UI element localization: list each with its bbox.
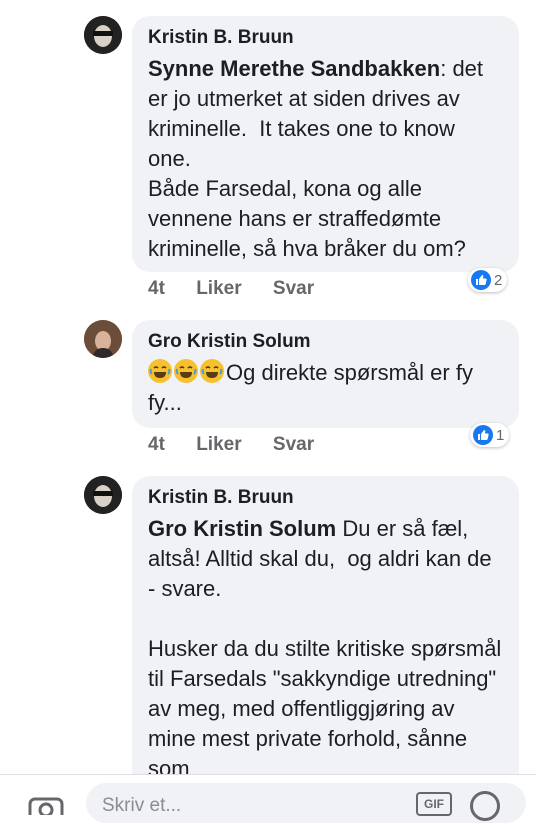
timestamp[interactable]: 4t <box>148 434 165 455</box>
mention-link[interactable]: Gro Kristin Solum <box>148 516 336 541</box>
comment-text: Gro Kristin Solum Du er så fæl, altså! A… <box>148 516 502 781</box>
laughing-emoji-icon <box>148 359 172 383</box>
comment-actions: 4t Liker Svar <box>148 278 340 300</box>
gif-label: GIF <box>424 797 444 811</box>
laughing-emoji-icon <box>174 359 198 383</box>
comment-composer: Skriv et... GIF <box>0 774 536 823</box>
comment-input-placeholder: Skriv et... <box>102 795 182 816</box>
comment-text: Synne Merethe Sandbakken: det er jo utme… <box>148 56 484 261</box>
camera-icon[interactable] <box>28 795 64 823</box>
gif-button[interactable]: GIF <box>416 792 452 816</box>
reply-button[interactable]: Svar <box>273 434 314 455</box>
like-icon <box>473 425 493 445</box>
like-icon <box>471 270 491 290</box>
comment-author[interactable]: Kristin B. Bruun <box>148 486 503 510</box>
comment-bubble: Kristin B. Bruun Gro Kristin Solum Du er… <box>132 476 519 806</box>
emoji-icon[interactable] <box>470 791 500 821</box>
comment-input[interactable]: Skriv et... <box>86 783 526 823</box>
mention-link[interactable]: Synne Merethe Sandbakken <box>148 56 440 81</box>
timestamp[interactable]: 4t <box>148 278 165 299</box>
reaction-count: 2 <box>494 271 503 289</box>
comment-author[interactable]: Kristin B. Bruun <box>148 26 503 50</box>
reply-button[interactable]: Svar <box>273 278 314 299</box>
avatar[interactable] <box>84 16 122 54</box>
comment-text: Og direkte spørsmål er fy fy... <box>148 359 480 415</box>
like-button[interactable]: Liker <box>196 434 241 455</box>
avatar[interactable] <box>84 476 122 514</box>
comment-author[interactable]: Gro Kristin Solum <box>148 330 503 354</box>
comment-bubble: Gro Kristin Solum Og direkte spørsmål er… <box>132 320 519 428</box>
reaction-badge[interactable]: 1 <box>470 423 510 447</box>
comment-actions: 4t Liker Svar <box>148 434 340 456</box>
like-button[interactable]: Liker <box>196 278 241 299</box>
reaction-count: 1 <box>496 426 505 444</box>
laughing-emoji-icon <box>200 359 224 383</box>
comment-bubble: Kristin B. Bruun Synne Merethe Sandbakke… <box>132 16 519 272</box>
avatar[interactable] <box>84 320 122 358</box>
reaction-badge[interactable]: 2 <box>468 268 508 292</box>
